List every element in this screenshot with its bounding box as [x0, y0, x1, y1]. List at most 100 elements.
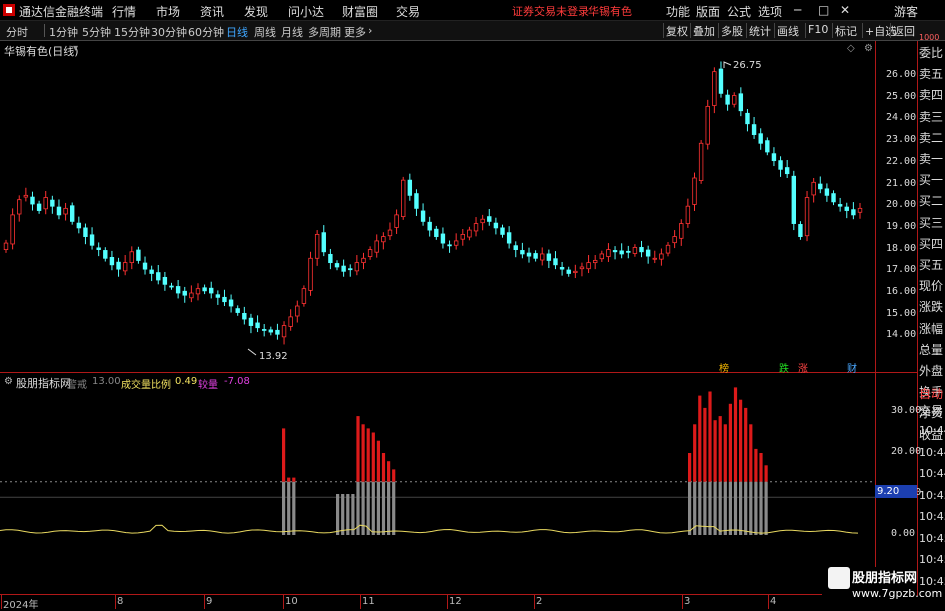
- period-tab-5min[interactable]: 5分钟: [82, 24, 111, 40]
- side-trade-label[interactable]: 交易: [919, 401, 945, 422]
- toolbar-btn-overlay[interactable]: 叠加: [690, 23, 717, 38]
- period-tab-daily[interactable]: 日线: [226, 24, 248, 40]
- candle-body: [394, 214, 399, 228]
- candle-body: [824, 188, 830, 196]
- period-tab-multi[interactable]: 多周期: [308, 24, 341, 40]
- candle-body: [149, 269, 154, 274]
- candle-body: [235, 308, 240, 313]
- menu-item-formula[interactable]: 公式: [727, 3, 751, 20]
- candle-body: [460, 234, 465, 240]
- quote-field-label: 买四: [919, 236, 944, 251]
- period-tab-weekly[interactable]: 周线: [254, 24, 276, 40]
- menu-item-trade[interactable]: 交易: [396, 3, 420, 20]
- volume-bar-red: [371, 432, 375, 482]
- candle-body: [619, 250, 624, 255]
- candle-body: [791, 175, 796, 224]
- menu-item-discover[interactable]: 发现: [244, 3, 268, 20]
- period-tab-15min[interactable]: 15分钟: [114, 24, 150, 40]
- close-icon[interactable]: ✕: [840, 3, 850, 17]
- indicator-chart[interactable]: [0, 373, 875, 594]
- candle-body: [387, 229, 393, 237]
- toolbar-btn-stats[interactable]: 统计: [746, 23, 773, 38]
- watermark-title: 股朋指标网: [852, 571, 918, 586]
- sub-y-tick-label: 0.00: [891, 528, 916, 539]
- volume-bar-gray: [749, 481, 753, 535]
- quote-field-label: 买一: [919, 173, 944, 188]
- login-warning[interactable]: 证券交易未登录: [512, 3, 589, 19]
- candle-body: [506, 232, 512, 244]
- tick-time: 10:45: [919, 510, 945, 523]
- candle-body: [314, 234, 320, 259]
- volume-bar-gray: [759, 481, 763, 535]
- menu-item-quotes[interactable]: 行情: [112, 3, 136, 20]
- quote-field-label: 买三: [919, 215, 944, 230]
- period-tab-30min[interactable]: 30分钟: [151, 24, 187, 40]
- menu-item-wealth[interactable]: 财富圈: [342, 3, 378, 20]
- candle-body: [500, 227, 505, 235]
- toolbar-btn-adjust[interactable]: 复权: [663, 23, 690, 38]
- axis-divider: [875, 41, 876, 596]
- high-pointer: [723, 61, 732, 68]
- menu-item-ask[interactable]: 问小达: [288, 3, 324, 20]
- candle-body: [778, 160, 783, 170]
- volume-bar-red: [739, 399, 743, 482]
- candle-body: [718, 68, 724, 94]
- candle-body: [162, 276, 168, 285]
- candle-body: [334, 263, 340, 268]
- candle-body: [122, 262, 128, 272]
- toolbar-btn-back[interactable]: 返回: [890, 23, 917, 38]
- candle-body: [487, 216, 492, 222]
- candle-body: [447, 244, 452, 247]
- candle-body: [857, 207, 863, 213]
- period-tab-timeshare[interactable]: 分时: [6, 24, 28, 40]
- candle-body: [136, 249, 141, 261]
- candle-body: [96, 247, 101, 250]
- candle-body: [109, 257, 115, 266]
- menu-item-options[interactable]: 选项: [758, 3, 782, 20]
- menu-item-market[interactable]: 市场: [156, 3, 180, 20]
- candle-body: [440, 233, 446, 244]
- toolbar-btn-f10[interactable]: F10: [805, 23, 830, 38]
- quote-field-label: 委比: [919, 46, 944, 60]
- maximize-icon[interactable]: □: [818, 3, 829, 17]
- minimize-icon[interactable]: ─: [794, 3, 801, 17]
- volume-bar-red: [744, 407, 748, 482]
- candle-body: [261, 329, 267, 331]
- user-label[interactable]: 游客: [894, 3, 918, 20]
- candle-body: [321, 232, 326, 253]
- candle-body: [43, 197, 48, 210]
- volume-bar-red: [387, 461, 391, 482]
- date-axis-line: [0, 594, 917, 595]
- menu-item-layout[interactable]: 版面: [696, 3, 720, 20]
- volume-bar-red: [764, 465, 768, 482]
- candle-body: [645, 249, 651, 257]
- volume-bar-red: [733, 387, 738, 482]
- date-tick-label: 12: [449, 596, 462, 607]
- menu-item-news[interactable]: 资讯: [200, 3, 224, 20]
- period-tab-more[interactable]: 更多: [344, 24, 366, 40]
- watermark: 股朋指标网 www.7gpzb.com: [822, 567, 942, 607]
- date-tick-label: 9: [206, 596, 213, 607]
- toolbar-btn-draw[interactable]: 画线: [774, 23, 801, 38]
- toolbar-btn-mark[interactable]: 标记: [832, 23, 859, 38]
- candle-body: [414, 193, 419, 209]
- menu-item-functions[interactable]: 功能: [666, 3, 690, 20]
- candlestick-chart[interactable]: [0, 41, 875, 372]
- candle-body: [83, 227, 88, 237]
- candle-body: [765, 140, 770, 153]
- candle-body: [367, 249, 373, 257]
- candle-body: [520, 250, 525, 255]
- period-tab-60min[interactable]: 60分钟: [188, 24, 224, 40]
- candle-body: [692, 177, 697, 205]
- date-tick-label: 10: [285, 596, 298, 607]
- volume-bar-red: [713, 420, 717, 482]
- period-tab-1min[interactable]: 1分钟: [49, 24, 78, 40]
- quote-field-label: 卖一: [919, 152, 944, 166]
- candle-body: [255, 322, 260, 329]
- toolbar-btn-multistock[interactable]: 多股: [718, 23, 745, 38]
- side-top-number: 1000: [919, 33, 940, 42]
- chevron-right-icon[interactable]: ›: [368, 24, 372, 37]
- period-tab-monthly[interactable]: 月线: [281, 24, 303, 40]
- date-tick: [360, 594, 361, 609]
- candle-body: [784, 167, 790, 175]
